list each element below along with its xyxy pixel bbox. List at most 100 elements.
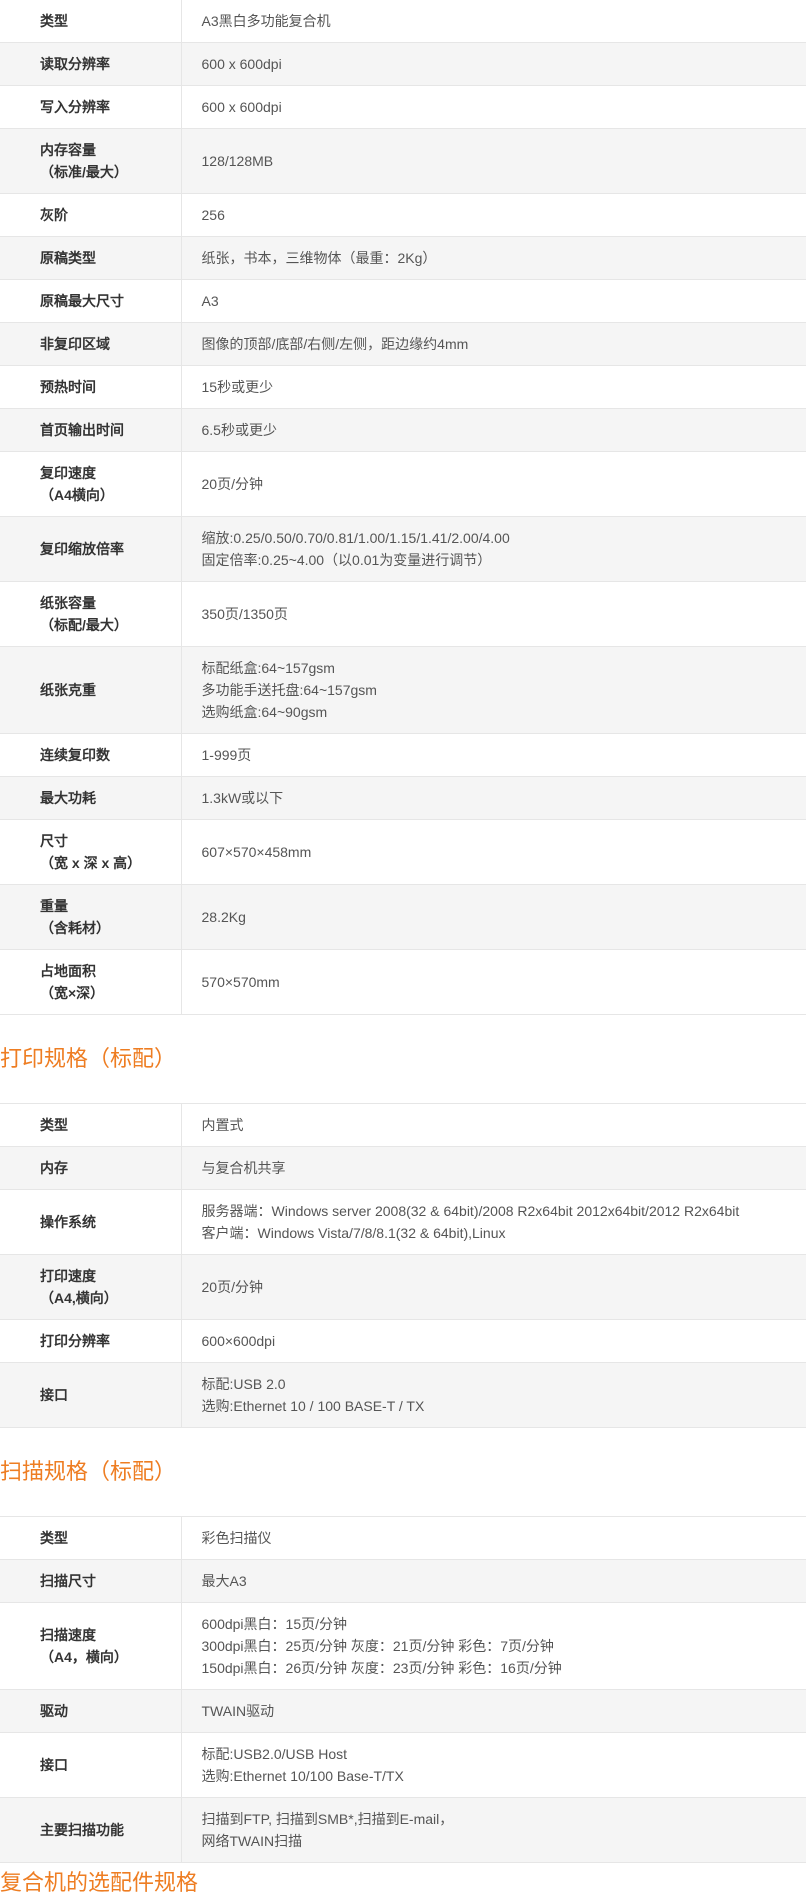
spec-value-line: 20页/分钟 bbox=[201, 476, 263, 492]
spec-label: 扫描尺寸 bbox=[0, 1559, 182, 1603]
spec-label-line: （A4,横向） bbox=[40, 1290, 118, 1306]
spec-row: 预热时间 15秒或更少 bbox=[0, 365, 806, 409]
spec-value-line: 600dpi黑白：15页/分钟 bbox=[201, 1616, 348, 1632]
spec-value-line: A3 bbox=[201, 293, 219, 309]
spec-label-line: （宽×深） bbox=[40, 985, 105, 1001]
spec-value-line: 128/128MB bbox=[201, 153, 274, 169]
scan-spec-rows: 类型 彩色扫描仪扫描尺寸 最大A3 扫描速度 （A4，横向） 600dpi黑白：15页/分… bbox=[0, 1516, 806, 1863]
spec-label: 类型 bbox=[0, 1516, 182, 1560]
spec-value-line: 服务器端：Windows server 2008(32 & 64bit)/200… bbox=[201, 1203, 740, 1219]
spec-label-line: 主要扫描功能 bbox=[40, 1822, 124, 1838]
spec-value: 28.2Kg bbox=[181, 884, 806, 950]
spec-row: 非复印区域 图像的顶部/底部/右侧/左侧，距边缘约4mm bbox=[0, 322, 806, 366]
spec-label-line: 内存容量 bbox=[40, 142, 96, 158]
spec-label-line: 预热时间 bbox=[40, 379, 96, 395]
spec-value-line: 与复合机共享 bbox=[201, 1160, 286, 1176]
spec-label-line: 扫描尺寸 bbox=[40, 1573, 96, 1589]
spec-row: 复印缩放倍率 缩放:0.25/0.50/0.70/0.81/1.00/1.15/1… bbox=[0, 516, 806, 582]
spec-row: 主要扫描功能 扫描到FTP, 扫描到SMB*,扫描到E-mail， 网络TWAIN扫… bbox=[0, 1797, 806, 1863]
spec-value: 服务器端：Windows server 2008(32 & 64bit)/200… bbox=[181, 1189, 806, 1255]
spec-value-line: 图像的顶部/底部/右侧/左侧，距边缘约4mm bbox=[201, 336, 469, 352]
spec-label: 类型 bbox=[0, 0, 182, 43]
spec-label: 首页输出时间 bbox=[0, 408, 182, 452]
print-spec-title: 打印规格（标配） bbox=[0, 1046, 177, 1071]
spec-value: 20页/分钟 bbox=[181, 451, 806, 517]
spec-row: 写入分辨率 600 x 600dpi bbox=[0, 85, 806, 129]
spec-label-line: 占地面积 bbox=[40, 963, 96, 979]
spec-value-line: 1.3kW或以下 bbox=[201, 790, 284, 806]
spec-label-line: 最大功耗 bbox=[40, 790, 96, 806]
spec-row: 打印速度 （A4,横向） 20页/分钟 bbox=[0, 1254, 806, 1320]
spec-value-line: 标配纸盒:64~157gsm bbox=[201, 660, 335, 676]
spec-label-line: 复印缩放倍率 bbox=[40, 541, 124, 557]
spec-label-line: 类型 bbox=[40, 1530, 68, 1546]
spec-value-line: 28.2Kg bbox=[201, 909, 246, 925]
spec-value-line: 纸张，书本，三维物体（最重：2Kg） bbox=[201, 250, 437, 266]
spec-label-line: 纸张容量 bbox=[40, 595, 96, 611]
spec-value-line: 6.5秒或更少 bbox=[201, 422, 277, 438]
spec-label: 最大功耗 bbox=[0, 776, 182, 820]
spec-label-line: 尺寸 bbox=[40, 833, 68, 849]
spec-value: 缩放:0.25/0.50/0.70/0.81/1.00/1.15/1.41/2.… bbox=[181, 516, 806, 582]
spec-value: A3黑白多功能复合机 bbox=[181, 0, 806, 43]
spec-value: 与复合机共享 bbox=[181, 1146, 806, 1190]
spec-label-line: 纸张克重 bbox=[40, 682, 96, 698]
spec-value: 570×570mm bbox=[181, 949, 806, 1015]
spec-label-line: （A4，横向） bbox=[40, 1649, 128, 1665]
spec-value-line: 600×600dpi bbox=[201, 1333, 276, 1349]
spec-value: 6.5秒或更少 bbox=[181, 408, 806, 452]
options-spec-title: 复合机的选配件规格 bbox=[0, 1870, 199, 1893]
spec-label: 复印缩放倍率 bbox=[0, 516, 182, 582]
spec-value-line: 256 bbox=[201, 207, 225, 223]
spec-label: 重量 （含耗材） bbox=[0, 884, 182, 950]
spec-row: 接口 标配:USB 2.0 选购:Ethernet 10 / 100 BASE-T … bbox=[0, 1362, 806, 1428]
spec-label: 纸张克重 bbox=[0, 646, 182, 734]
spec-label-line: 首页输出时间 bbox=[40, 422, 124, 438]
spec-label-line: 内存 bbox=[40, 1160, 68, 1176]
spec-label-line: 接口 bbox=[40, 1757, 68, 1773]
spec-value-line: 600 x 600dpi bbox=[201, 56, 282, 72]
spec-value-line: 1-999页 bbox=[201, 747, 252, 763]
spec-value: 标配纸盒:64~157gsm 多功能手送托盘:64~157gsm 选购纸盒:64~9… bbox=[181, 646, 806, 734]
spec-label-line: 打印分辨率 bbox=[40, 1333, 110, 1349]
spec-label-line: 类型 bbox=[40, 1117, 68, 1133]
spec-value-line: A3黑白多功能复合机 bbox=[201, 13, 331, 29]
print-spec-table: 类型 内置式内存 与复合机共享操作系统 服务器端：Windows server 200… bbox=[0, 1103, 806, 1428]
spec-label-line: 非复印区域 bbox=[40, 336, 110, 352]
spec-row: 占地面积 （宽×深） 570×570mm bbox=[0, 949, 806, 1015]
spec-label-line: 扫描速度 bbox=[40, 1627, 96, 1643]
spec-value: 128/128MB bbox=[181, 128, 806, 194]
spec-label: 灰阶 bbox=[0, 193, 182, 237]
spec-row: 内存 与复合机共享 bbox=[0, 1146, 806, 1190]
spec-value: 纸张，书本，三维物体（最重：2Kg） bbox=[181, 236, 806, 280]
scan-spec-table: 类型 彩色扫描仪扫描尺寸 最大A3 扫描速度 （A4，横向） 600dpi黑白：15页/分… bbox=[0, 1516, 806, 1863]
spec-label: 扫描速度 （A4，横向） bbox=[0, 1602, 182, 1690]
spec-value-line: 固定倍率:0.25~4.00（以0.01为变量进行调节） bbox=[201, 552, 492, 568]
spec-row: 扫描速度 （A4，横向） 600dpi黑白：15页/分钟 300dpi黑白：25页/分… bbox=[0, 1602, 806, 1690]
spec-row: 打印分辨率 600×600dpi bbox=[0, 1319, 806, 1363]
spec-value-line: 最大A3 bbox=[201, 1573, 247, 1589]
spec-row: 复印速度 （A4横向） 20页/分钟 bbox=[0, 451, 806, 517]
spec-label: 复印速度 （A4横向） bbox=[0, 451, 182, 517]
spec-value-line: 607×570×458mm bbox=[201, 844, 312, 860]
spec-row: 类型 彩色扫描仪 bbox=[0, 1516, 806, 1560]
spec-label-line: 打印速度 bbox=[40, 1268, 96, 1284]
spec-value-line: 150dpi黑白：26页/分钟 灰度：23页/分钟 彩色：16页/分钟 bbox=[201, 1660, 562, 1676]
spec-label-line: （标配/最大） bbox=[40, 617, 128, 633]
spec-label: 写入分辨率 bbox=[0, 85, 182, 129]
scan-spec-title: 扫描规格（标配） bbox=[0, 1459, 177, 1484]
spec-label-line: 灰阶 bbox=[40, 207, 68, 223]
spec-value: 1.3kW或以下 bbox=[181, 776, 806, 820]
spec-label: 操作系统 bbox=[0, 1189, 182, 1255]
spec-value-line: 选购:Ethernet 10/100 Base-T/TX bbox=[201, 1768, 404, 1784]
spec-row: 类型 A3黑白多功能复合机 bbox=[0, 0, 806, 43]
spec-value-line: 客户端：Windows Vista/7/8/8.1(32 & 64bit),Li… bbox=[201, 1225, 506, 1241]
spec-row: 尺寸 （宽 x 深 x 高） 607×570×458mm bbox=[0, 819, 806, 885]
spec-value-line: 选购:Ethernet 10 / 100 BASE-T / TX bbox=[201, 1398, 425, 1414]
spec-label: 类型 bbox=[0, 1103, 182, 1147]
spec-row: 接口 标配:USB2.0/USB Host 选购:Ethernet 10/100 B… bbox=[0, 1732, 806, 1798]
spec-value-line: 570×570mm bbox=[201, 974, 280, 990]
spec-value-line: 内置式 bbox=[201, 1117, 244, 1133]
spec-value-line: 网络TWAIN扫描 bbox=[201, 1833, 303, 1849]
spec-value-line: 300dpi黑白：25页/分钟 灰度：21页/分钟 彩色：7页/分钟 bbox=[201, 1638, 554, 1654]
